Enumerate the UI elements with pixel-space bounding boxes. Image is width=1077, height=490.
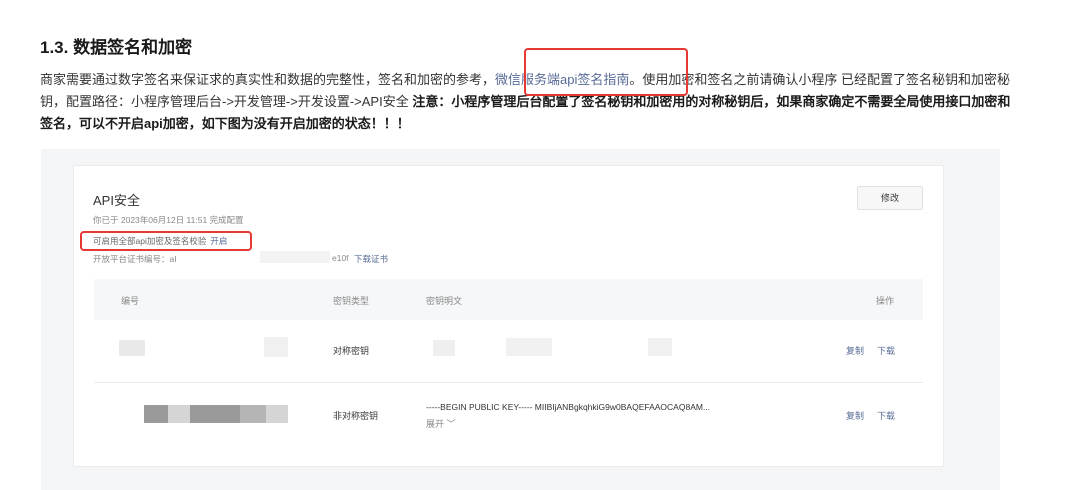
cert-redaction — [260, 251, 330, 263]
public-key-text: -----BEGIN PUBLIC KEY----- MIIBIjANBgkqh… — [426, 402, 711, 412]
id-redaction — [240, 405, 266, 423]
table-row: 对称密钥 复制 下载 — [94, 320, 923, 383]
download-link[interactable]: 下载 — [877, 409, 895, 422]
id-redaction — [266, 405, 288, 423]
id-redaction — [264, 337, 288, 357]
copy-link[interactable]: 复制 — [846, 409, 864, 422]
api-security-card: API安全 修改 你已于 2023年06月12日 11:51 完成配置 可启用全… — [73, 165, 944, 467]
cert-suffix: e10f — [332, 253, 349, 263]
card-title: API安全 — [93, 193, 140, 208]
key-redaction — [506, 338, 552, 356]
para-text-1: 商家需要通过数字签名来保证求的真实性和数据的完整性，签名和加密的参考， — [40, 72, 496, 87]
edit-button[interactable]: 修改 — [857, 186, 923, 210]
cert-label: 开放平台证书编号：aI — [93, 254, 177, 264]
download-link[interactable]: 下载 — [877, 344, 895, 357]
enable-label: 可启用全部api加密及签名校验 — [93, 236, 207, 246]
id-redaction — [144, 405, 168, 423]
section-heading: 1.3. 数据签名和加密 — [40, 38, 193, 57]
header-actions: 操作 — [876, 296, 895, 306]
expand-toggle[interactable]: 展开 ﹀ — [426, 417, 456, 430]
key-type: 对称密钥 — [333, 346, 370, 356]
enable-row: 可启用全部api加密及签名校验 开启 — [93, 235, 227, 247]
key-redaction — [433, 340, 455, 356]
enable-button[interactable]: 开启 — [210, 236, 227, 246]
table-header: 编号 密钥类型 密钥明文 操作 — [94, 279, 923, 320]
id-redaction — [190, 405, 240, 423]
table-row: 非对称密钥 -----BEGIN PUBLIC KEY----- MIIBIjA… — [94, 383, 923, 446]
copy-link[interactable]: 复制 — [846, 344, 864, 357]
header-plaintext: 密钥明文 — [426, 296, 463, 306]
key-redaction — [648, 338, 672, 356]
link-highlight-box — [524, 48, 688, 96]
download-cert-link[interactable]: 下载证书 — [354, 253, 388, 265]
id-redaction — [168, 405, 190, 423]
id-redaction — [119, 340, 145, 356]
key-type: 非对称密钥 — [333, 411, 379, 421]
config-time: 你已于 2023年06月12日 11:51 完成配置 — [93, 215, 244, 225]
header-key-type: 密钥类型 — [333, 296, 370, 306]
header-id: 编号 — [121, 296, 140, 306]
